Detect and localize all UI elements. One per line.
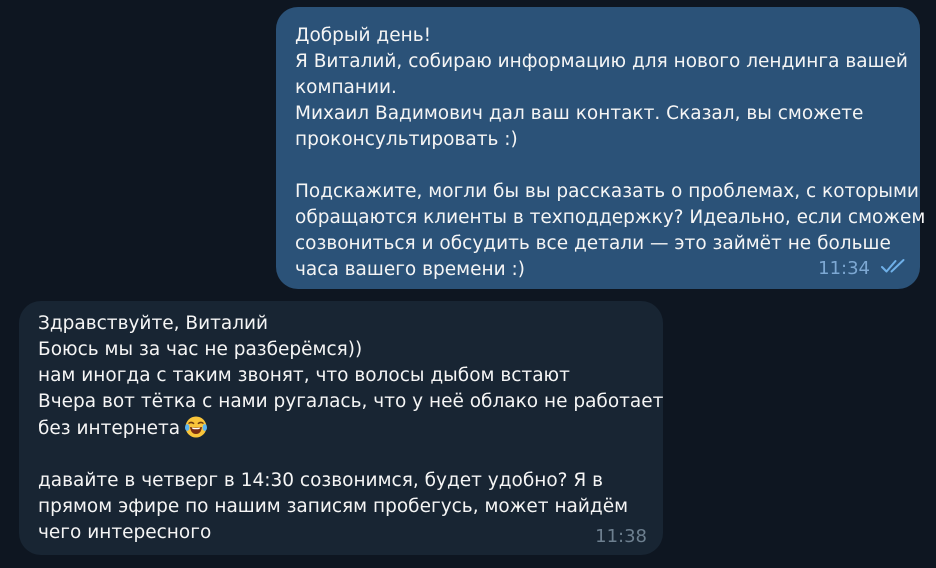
- message-line: прямом эфире по нашим записям пробегусь,…: [38, 496, 629, 517]
- outgoing-message-bubble[interactable]: Добрый день! Я Виталий, собираю информац…: [276, 7, 926, 289]
- message-line: чего интересного: [38, 522, 212, 543]
- message-line: нам иногда с таким звонят, что волосы ды…: [38, 365, 570, 386]
- message-line-text: без интернета: [38, 418, 181, 439]
- message-line: Я Виталий, собираю информацию для нового…: [295, 51, 908, 72]
- message-line: часа вашего времени :): [295, 259, 525, 280]
- message-line: Вчера вот тётка с нами ругалась, что у н…: [38, 391, 664, 412]
- message-line: Боюсь мы за час не разберёмся)): [38, 339, 363, 360]
- message-line: Добрый день!: [295, 25, 432, 46]
- double-check-icon: [880, 258, 908, 280]
- message-line: компании.: [295, 77, 397, 98]
- message-line-with-emoji: без интернета: [38, 415, 643, 442]
- message-meta: 11:34: [818, 258, 908, 280]
- message-time: 11:34: [818, 258, 870, 279]
- message-line: Здравствуйте, Виталий: [38, 313, 269, 334]
- message-line: давайте в четверг в 14:30 созвонимся, бу…: [38, 470, 603, 491]
- message-time: 11:38: [595, 526, 647, 547]
- chat-area: Добрый день! Я Виталий, собираю информац…: [0, 0, 936, 568]
- message-line: созвониться и обсудить все детали — это …: [295, 233, 891, 254]
- incoming-message-bubble[interactable]: Здравствуйте, Виталий Боюсь мы за час не…: [19, 301, 663, 555]
- laughing-tears-emoji-icon: [184, 415, 208, 439]
- message-line: обращаются клиенты в техподдержку? Идеал…: [295, 207, 926, 228]
- message-line: Подскажите, могли бы вы рассказать о про…: [295, 181, 919, 202]
- message-line: проконсультировать :): [295, 129, 518, 150]
- message-meta: 11:38: [595, 526, 647, 548]
- message-line: Михаил Вадимович дал ваш контакт. Сказал…: [295, 103, 864, 124]
